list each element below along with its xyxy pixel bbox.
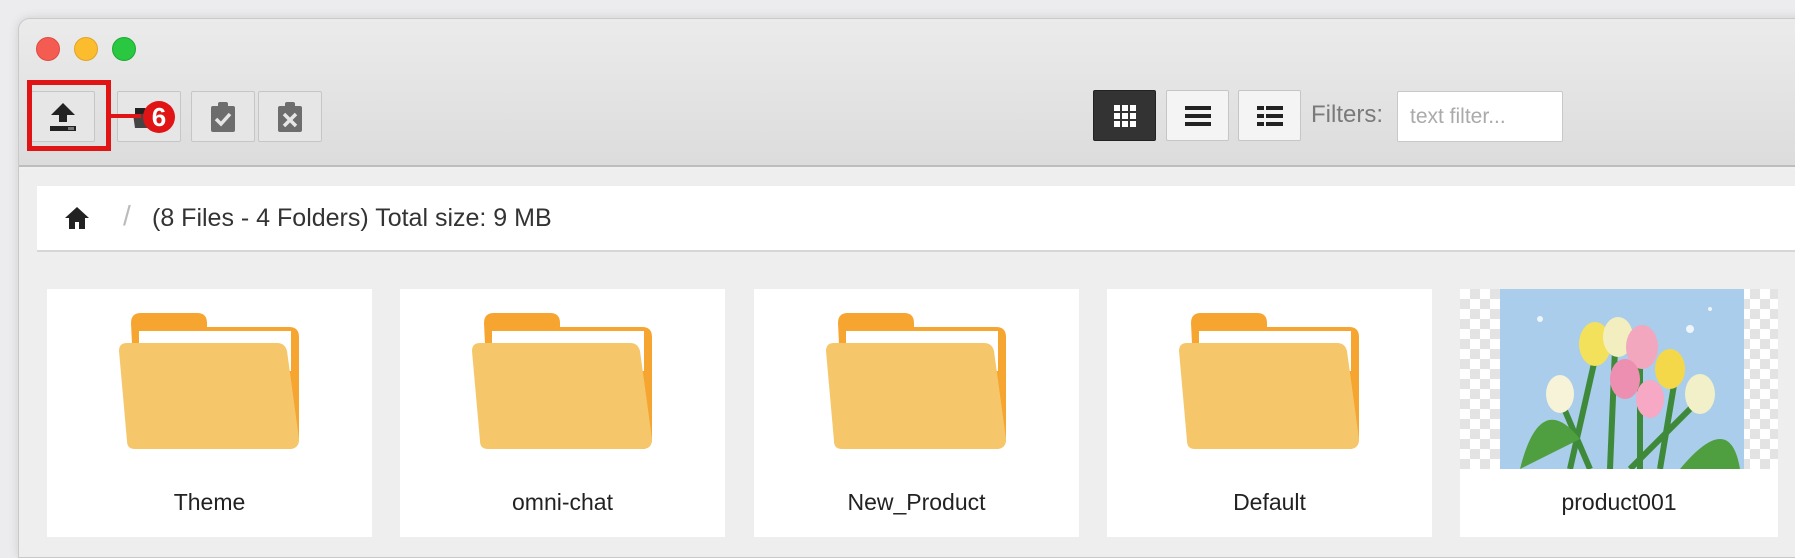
grid-view-button[interactable] [1093,90,1156,141]
image-tile[interactable]: product001 [1460,289,1778,537]
home-icon[interactable] [64,206,90,230]
folder-icon [472,313,652,449]
folder-icon [826,313,1006,449]
list-view-button[interactable] [1166,90,1229,141]
breadcrumb-separator: / [123,200,131,231]
item-name: omni-chat [512,489,613,515]
item-name: product001 [1561,489,1677,515]
callout-number-badge: 6 [143,101,175,133]
callout-connector [111,114,141,118]
select-all-button[interactable] [191,91,255,142]
list-view-icon [1184,105,1211,126]
maximize-window-button[interactable] [112,37,136,61]
tulip-photo-image [1500,289,1744,469]
item-name: New_Product [847,489,986,515]
detail-view-button[interactable] [1238,90,1301,141]
folder-tile[interactable]: omni-chat [400,289,725,537]
breadcrumb: / (8 Files - 4 Folders) Total size: 9 MB [37,186,1795,252]
folder-icon [1179,313,1359,449]
deselect-all-button[interactable] [258,91,322,142]
folder-tile[interactable]: New_Product [754,289,1079,537]
image-thumbnail [1460,289,1778,469]
clipboard-x-icon [278,101,302,132]
folder-summary: (8 Files - 4 Folders) Total size: 9 MB [152,204,552,232]
folder-tile[interactable]: Default [1107,289,1432,537]
text-filter-input[interactable] [1397,91,1563,142]
grid-view-icon [1113,104,1136,127]
item-name: Default [1233,489,1306,515]
folder-icon [119,313,299,449]
toolbar: 6 Filters: text filter... [19,19,1795,167]
folder-tile[interactable]: Theme [47,289,372,537]
file-browser-content: / (8 Files - 4 Folders) Total size: 9 MB… [19,169,1795,557]
upload-highlight-box [27,80,111,151]
detail-view-icon [1256,105,1283,126]
clipboard-check-icon [211,101,235,132]
file-manager-window: 6 Filters: text filter... / (8 Files - 4… [18,18,1795,558]
filters-label: Filters: [1311,101,1383,128]
minimize-window-button[interactable] [74,37,98,61]
item-name: Theme [173,489,246,515]
close-window-button[interactable] [36,37,60,61]
